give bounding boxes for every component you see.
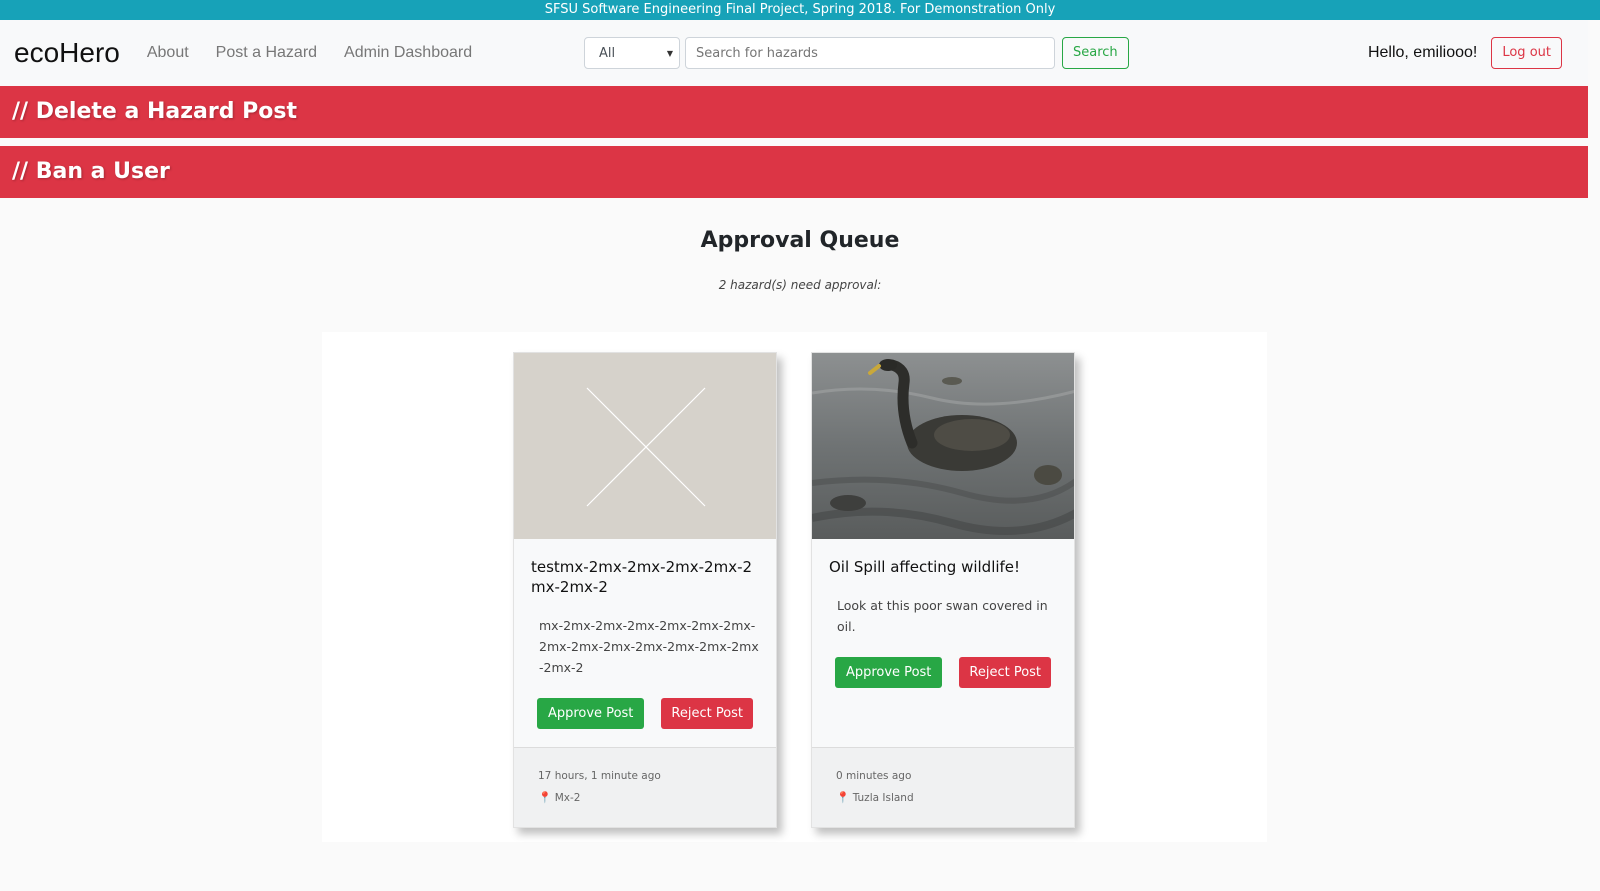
card-area (322, 332, 1267, 842)
card-body: Oil Spill affecting wildlife! Look at th… (812, 539, 1074, 761)
search-group: All ▼ Search (584, 37, 1129, 69)
card-body: testmx-2mx-2mx-2mx-2mx-2mx-2mx-2 mx-2mx-… (514, 539, 776, 761)
logout-button[interactable]: Log out (1491, 37, 1562, 69)
approval-queue-count: 2 hazard(s) need approval: (718, 278, 882, 292)
placeholder-image (514, 353, 776, 539)
reject-post-button[interactable]: Reject Post (661, 698, 754, 729)
map-pin-icon: 📍 (836, 791, 850, 804)
image-placeholder-icon (586, 387, 706, 507)
card-footer: 0 minutes ago 📍 Tuzla Island (812, 747, 1074, 827)
hazard-title[interactable]: testmx-2mx-2mx-2mx-2mx-2mx-2mx-2 (531, 557, 759, 597)
brand-logo[interactable]: ecoHero (14, 37, 120, 69)
demo-banner: SFSU Software Engineering Final Project,… (0, 0, 1600, 20)
hazard-photo (812, 353, 1074, 539)
category-select[interactable]: All ▼ (584, 37, 680, 69)
hazard-card: Oil Spill affecting wildlife! Look at th… (811, 352, 1075, 828)
card-footer: 17 hours, 1 minute ago 📍 Mx-2 (514, 747, 776, 827)
nav-link-post-hazard[interactable]: Post a Hazard (216, 44, 317, 62)
location-label: Mx-2 (554, 791, 581, 804)
hazard-card: testmx-2mx-2mx-2mx-2mx-2mx-2mx-2 mx-2mx-… (513, 352, 777, 828)
search-button[interactable]: Search (1062, 37, 1129, 69)
post-location: 📍 Tuzla Island (836, 791, 1074, 804)
category-select-value: All (599, 46, 616, 61)
hazard-description: mx-2mx-2mx-2mx-2mx-2mx-2mx-2mx-2mx-2mx-2… (539, 618, 759, 675)
delete-hazard-post-section[interactable]: // Delete a Hazard Post (0, 86, 1588, 138)
user-area: Hello, emiliooo! Log out (1368, 37, 1562, 69)
approve-post-button[interactable]: Approve Post (834, 657, 943, 688)
search-input[interactable] (685, 37, 1055, 69)
hazard-title[interactable]: Oil Spill affecting wildlife! (829, 557, 1057, 577)
location-label: Tuzla Island (852, 791, 914, 804)
post-timestamp: 17 hours, 1 minute ago (538, 770, 661, 782)
nav-link-about[interactable]: About (147, 44, 189, 62)
oil-swan-photo (812, 353, 1074, 539)
nav-link-admin-dashboard[interactable]: Admin Dashboard (344, 44, 472, 62)
card-actions: Approve Post Reject Post (829, 657, 1057, 688)
map-pin-icon: 📍 (538, 791, 552, 804)
scrollbar-track[interactable] (1588, 20, 1600, 891)
ban-user-section[interactable]: // Ban a User (0, 146, 1588, 198)
approve-post-button[interactable]: Approve Post (536, 698, 645, 729)
post-timestamp: 0 minutes ago (836, 770, 912, 782)
chevron-down-icon: ▼ (666, 49, 673, 58)
approval-queue-title: Approval Queue (700, 228, 900, 253)
post-location: 📍 Mx-2 (538, 791, 776, 804)
reject-post-button[interactable]: Reject Post (959, 657, 1052, 688)
hazard-description: Look at this poor swan covered in oil. (837, 598, 1048, 634)
navbar: ecoHero About Post a Hazard Admin Dashbo… (0, 20, 1600, 86)
card-actions: Approve Post Reject Post (531, 698, 759, 729)
user-greeting: Hello, emiliooo! (1367, 44, 1478, 61)
